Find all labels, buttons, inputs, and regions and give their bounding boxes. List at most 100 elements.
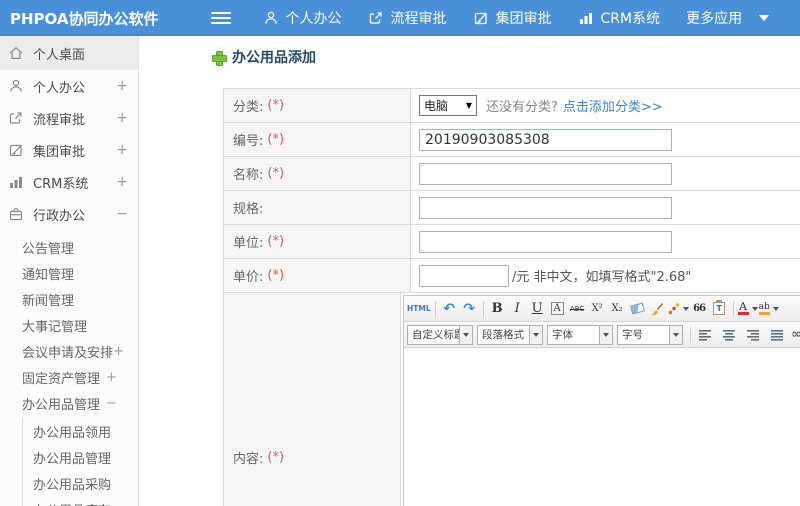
- remove-format-button[interactable]: [628, 298, 647, 319]
- strikethrough-button[interactable]: ABC: [568, 298, 587, 319]
- nav-label: 个人办公: [285, 11, 342, 27]
- field-label: 内容: (*): [224, 293, 401, 506]
- expand-icon[interactable]: +: [116, 174, 128, 190]
- align-left-button[interactable]: [695, 324, 714, 345]
- sidebar-item-label: 个人桌面: [33, 47, 86, 63]
- no-category-text: 还没有分类?: [486, 100, 558, 115]
- required-mark: (*): [267, 450, 285, 465]
- sidebar-item-crm[interactable]: CRM系统 +: [0, 166, 138, 198]
- add-category-link[interactable]: 点击添加分类>>: [563, 96, 663, 115]
- sidebar-item-label: 办公用品采购: [33, 477, 112, 493]
- caret-down-icon: [751, 306, 758, 311]
- sidebar-item-events-mgmt[interactable]: 大事记管理: [0, 312, 138, 338]
- sidebar-item-news-mgmt[interactable]: 新闻管理: [0, 286, 138, 312]
- nav-crm[interactable]: CRM系统: [578, 8, 661, 28]
- highlight-color-button[interactable]: ab: [759, 298, 779, 319]
- nav-personal-office[interactable]: 个人办公: [263, 8, 342, 28]
- send-icon: [8, 110, 24, 126]
- sidebar-item-admin-office[interactable]: 行政办公 −: [0, 198, 138, 230]
- form-row-unit: 单位: (*): [224, 225, 800, 259]
- font-color-button[interactable]: A: [737, 298, 758, 319]
- expand-icon[interactable]: +: [116, 78, 128, 94]
- sidebar-item-meeting-mgmt[interactable]: 会议申请及安排 +: [0, 338, 138, 364]
- nav-group-approval[interactable]: 集团审批: [473, 8, 552, 28]
- char-border-button[interactable]: A: [548, 298, 567, 319]
- bold-button[interactable]: B: [488, 298, 507, 319]
- align-justify-icon: [770, 329, 783, 341]
- select-caret-icon: [529, 325, 542, 344]
- sidebar-item-label: 办公用品管理: [33, 451, 112, 467]
- custom-title-select[interactable]: 自定义标题: [407, 324, 473, 345]
- price-input[interactable]: [419, 264, 509, 287]
- nav-label: CRM系统: [600, 11, 661, 27]
- expand-icon[interactable]: +: [106, 370, 117, 385]
- sidebar-item-personal-office[interactable]: 个人办公 +: [0, 70, 138, 102]
- paragraph-format-select[interactable]: 段落格式: [477, 324, 543, 345]
- select-caret-icon: [459, 325, 472, 344]
- editor-content-area[interactable]: [404, 348, 800, 506]
- italic-button[interactable]: I: [508, 298, 527, 319]
- expand-icon[interactable]: +: [116, 110, 128, 126]
- undo-button[interactable]: ↶: [440, 298, 459, 319]
- align-right-button[interactable]: [743, 324, 762, 345]
- menu-toggle-icon[interactable]: [210, 9, 231, 27]
- nav-workflow-approval[interactable]: 流程审批: [368, 8, 447, 28]
- subscript-button[interactable]: X₂: [608, 298, 627, 319]
- expand-icon[interactable]: +: [113, 344, 124, 359]
- top-nav: 个人办公 流程审批 集团审批 CRM系统 更多应用: [263, 8, 770, 28]
- select-caret-icon: ▼: [465, 101, 472, 110]
- sidebar-item-office-supplies-mgmt[interactable]: 办公用品管理 −: [0, 390, 138, 416]
- sidebar-item-workflow-approval[interactable]: 流程审批 +: [0, 102, 138, 134]
- nav-label: 更多应用: [686, 11, 743, 27]
- field-label: 名称: (*): [224, 157, 411, 190]
- unit-input[interactable]: [419, 230, 672, 253]
- required-mark: (*): [267, 132, 285, 147]
- sidebar-item-supplies-stock[interactable]: 办公用品库存: [23, 496, 138, 506]
- sidebar-item-supplies-requisition[interactable]: 办公用品领用: [23, 418, 138, 444]
- sidebar-item-desktop[interactable]: 个人桌面: [0, 36, 138, 70]
- sidebar-item-label: 办公用品库存: [33, 500, 111, 506]
- required-mark: (*): [267, 234, 285, 249]
- select-caret-icon: [599, 325, 612, 344]
- format-painter-button[interactable]: [648, 298, 667, 319]
- spec-input[interactable]: [419, 196, 672, 219]
- required-mark: (*): [267, 166, 285, 181]
- nav-label: 集团审批: [495, 11, 552, 27]
- expand-icon[interactable]: +: [116, 142, 128, 158]
- sidebar-item-supplies-management[interactable]: 办公用品管理: [23, 444, 138, 470]
- superscript-button[interactable]: X²: [588, 298, 607, 319]
- align-center-button[interactable]: [719, 324, 738, 345]
- redo-button[interactable]: ↷: [460, 298, 479, 319]
- field-label: 规格:: [224, 191, 411, 224]
- insert-link-button[interactable]: ∞: [787, 324, 800, 345]
- category-select[interactable]: 电脑 ▼: [419, 95, 477, 116]
- paste-as-text-button[interactable]: T: [710, 298, 729, 319]
- sidebar-item-fixed-assets-mgmt[interactable]: 固定资产管理 +: [0, 364, 138, 390]
- caret-down-icon: [682, 306, 689, 311]
- code-input[interactable]: [419, 128, 672, 151]
- underline-button[interactable]: U: [528, 298, 547, 319]
- sidebar-item-announcement-mgmt[interactable]: 公告管理: [0, 234, 138, 260]
- font-size-select[interactable]: 字号: [617, 324, 683, 345]
- sidebar-item-supplies-purchase[interactable]: 办公用品采购: [23, 470, 138, 496]
- form-row-spec: 规格:: [224, 191, 800, 225]
- sidebar-item-label: 流程审批: [33, 112, 86, 128]
- sidebar-item-group-approval[interactable]: 集团审批 +: [0, 134, 138, 166]
- blockquote-button[interactable]: 66: [690, 298, 709, 319]
- auto-typeset-button[interactable]: [668, 298, 689, 319]
- font-family-select[interactable]: 字体: [547, 324, 613, 345]
- supplies-add-form: 分类: (*) 电脑 ▼ 还没有分类? 点击添加分类>> 编号: (*) 名称:…: [223, 88, 800, 506]
- nav-more-apps[interactable]: 更多应用: [686, 8, 770, 28]
- align-justify-button[interactable]: [767, 324, 786, 345]
- sidebar-item-notice-mgmt[interactable]: 通知管理: [0, 260, 138, 286]
- clipboard-icon: T: [713, 300, 726, 315]
- category-selected-value: 电脑: [424, 99, 449, 113]
- form-row-category: 分类: (*) 电脑 ▼ 还没有分类? 点击添加分类>>: [224, 89, 800, 123]
- sidebar-item-label: CRM系统: [33, 176, 89, 192]
- sidebar-item-label: 公告管理: [22, 241, 75, 257]
- html-source-button[interactable]: HTML: [407, 298, 431, 319]
- name-input[interactable]: [419, 162, 672, 185]
- collapse-icon[interactable]: −: [116, 206, 128, 222]
- font-color-icon: A: [737, 300, 749, 315]
- collapse-icon[interactable]: −: [106, 396, 117, 411]
